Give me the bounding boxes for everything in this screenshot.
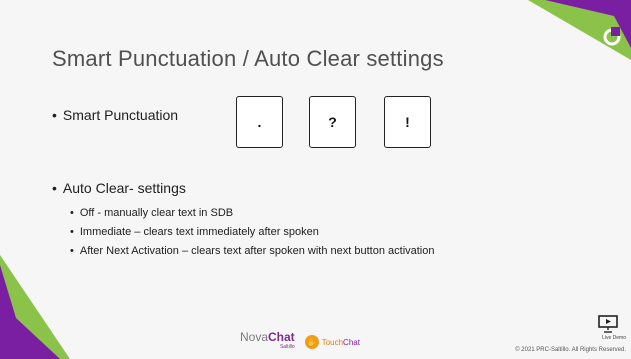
auto-clear-label: Auto Clear- settings [62,180,186,196]
touchchat-hand-icon: ✋ [304,335,319,349]
smart-punctuation-bullet: Smart Punctuation [52,107,178,123]
question-mark-key: ? [309,96,356,148]
auto-clear-option-text: After Next Activation – clears text afte… [79,245,435,257]
page-title: Smart Punctuation / Auto Clear settings [52,46,444,71]
exclamation-mark-key: ! [384,96,431,148]
touchchat-logo: ✋ TouchChat [304,335,360,349]
auto-clear-option-text: Immediate – clears text immediately afte… [79,226,319,238]
novachat-logo: NovaChat Saltillo [240,330,295,352]
auto-clear-option-after-next: After Next Activation – clears text afte… [70,245,435,257]
novachat-prefix: Nova [240,330,269,344]
auto-clear-option-off: Off - manually clear text in SDB [70,207,233,219]
live-demo-label: Live Demo [602,335,626,341]
copyright-notice: © 2021 PRC-Saltillo. All Rights Reserved… [515,347,626,353]
period-key: . [236,96,283,148]
auto-clear-bullet: Auto Clear- settings [52,180,186,196]
auto-clear-option-immediate: Immediate – clears text immediately afte… [70,226,319,238]
smart-punctuation-label: Smart Punctuation [62,107,179,123]
brand-logos: NovaChat Saltillo ✋ TouchChat [240,330,360,352]
auto-clear-option-text: Off - manually clear text in SDB [79,207,234,219]
presentation-screen-icon [598,315,618,333]
touchchat-suffix: Chat [343,337,360,347]
prc-saltillo-logo-icon [603,27,621,46]
touchchat-wordmark: TouchChat [322,338,360,347]
touchchat-prefix: Touch [321,337,344,347]
slide: Smart Punctuation / Auto Clear settings … [0,0,631,359]
